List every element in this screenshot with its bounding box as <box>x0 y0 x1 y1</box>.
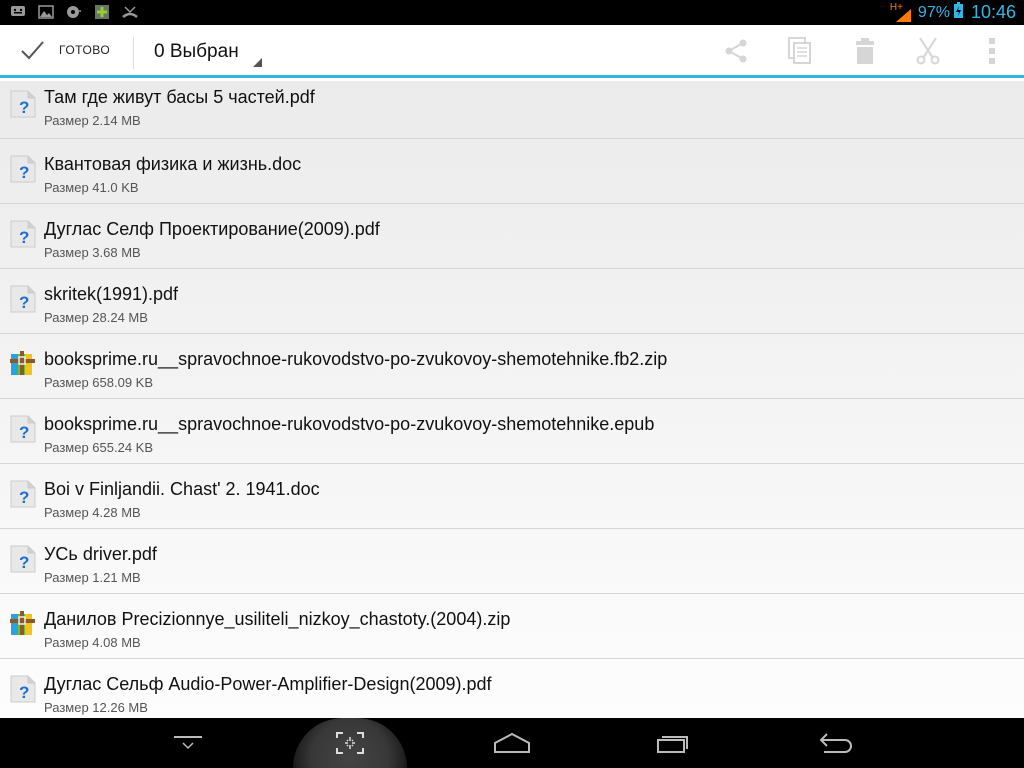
unknown-file-icon: ? <box>10 90 36 118</box>
unknown-file-icon: ? <box>10 545 36 573</box>
svg-text:?: ? <box>19 293 29 312</box>
svg-text:?: ? <box>19 163 29 182</box>
file-list-item[interactable]: ? Дуглас Селф Проектирование(2009).pdf Р… <box>0 204 1024 269</box>
delete-icon[interactable] <box>850 36 880 66</box>
file-size: Размер 28.24 MB <box>44 310 148 325</box>
signal-icon: H+ <box>890 2 914 23</box>
battery-percent: 97% <box>917 3 950 21</box>
unknown-file-icon: ? <box>10 675 36 703</box>
svg-text:?: ? <box>19 98 29 117</box>
file-size: Размер 655.24 KB <box>44 440 154 455</box>
svg-text:?: ? <box>19 683 29 702</box>
dropdown-triangle-icon <box>253 58 262 67</box>
file-size: Размер 2.14 MB <box>44 113 141 128</box>
file-list-item[interactable]: ? Дуглас Сельф Audio-Power-Amplifier-Des… <box>0 659 1024 718</box>
file-list-item[interactable]: booksprime.ru__spravochnoe-rukovodstvo-p… <box>0 334 1024 399</box>
file-name: УСь driver.pdf <box>44 544 157 564</box>
overflow-menu-icon[interactable] <box>977 36 1007 66</box>
image-icon <box>38 4 54 20</box>
hide-nav-icon[interactable] <box>148 718 228 768</box>
battery-icon <box>953 2 963 23</box>
file-name: skritek(1991).pdf <box>44 284 179 304</box>
file-size: Размер 4.28 MB <box>44 505 141 520</box>
svg-text:?: ? <box>19 488 29 507</box>
file-size: Размер 4.08 MB <box>44 635 141 650</box>
unknown-file-icon: ? <box>10 415 36 443</box>
file-name: booksprime.ru__spravochnoe-rukovodstvo-p… <box>44 349 668 369</box>
svg-text:?: ? <box>19 423 29 442</box>
copy-icon[interactable] <box>785 36 815 66</box>
file-size: Размер 41.0 KB <box>44 180 139 195</box>
unknown-file-icon: ? <box>10 285 36 313</box>
file-name: Квантовая физика и жизнь.doc <box>44 154 302 174</box>
divider <box>133 37 134 69</box>
file-name: Дуглас Сельф Audio-Power-Amplifier-Desig… <box>44 674 492 694</box>
home-icon[interactable] <box>472 718 552 768</box>
chat-icon <box>10 4 26 20</box>
archive-file-icon <box>10 350 36 378</box>
checkmark-icon <box>21 41 44 60</box>
screenshot-icon[interactable] <box>310 718 390 768</box>
svg-text:?: ? <box>19 228 29 247</box>
missed-call-icon <box>122 4 138 20</box>
share-icon[interactable] <box>721 36 751 66</box>
file-size: Размер 1.21 MB <box>44 570 141 585</box>
file-size: Размер 658.09 KB <box>44 375 154 390</box>
svg-text:?: ? <box>19 553 29 572</box>
file-name: Boi v Finljandii. Chast' 2. 1941.doc <box>44 479 320 499</box>
file-list[interactable]: ? Там где живут басы 5 частей.pdf Размер… <box>0 81 1024 718</box>
unknown-file-icon: ? <box>10 220 36 248</box>
selection-dropdown[interactable]: 0 Выбран <box>154 41 239 63</box>
cut-icon[interactable] <box>913 36 943 66</box>
android-market-icon <box>94 4 110 20</box>
file-name: booksprime.ru__spravochnoe-rukovodstvo-p… <box>44 414 655 434</box>
file-name: Данилов Precizionnye_usiliteli_nizkoy_ch… <box>44 609 511 629</box>
file-name: Там где живут басы 5 частей.pdf <box>44 87 315 107</box>
file-list-item[interactable]: ? skritek(1991).pdf Размер 28.24 MB <box>0 269 1024 334</box>
file-size: Размер 12.26 MB <box>44 700 148 715</box>
action-bar: ГОТОВО 0 Выбран <box>0 25 1024 78</box>
file-name: Дуглас Селф Проектирование(2009).pdf <box>44 219 380 239</box>
file-list-item[interactable]: ? booksprime.ru__spravochnoe-rukovodstvo… <box>0 399 1024 464</box>
media-icon <box>66 4 82 20</box>
file-list-item[interactable]: Данилов Precizionnye_usiliteli_nizkoy_ch… <box>0 594 1024 659</box>
file-list-item[interactable]: ? Там где живут басы 5 частей.pdf Размер… <box>0 81 1024 139</box>
archive-file-icon <box>10 610 36 638</box>
clock: 10:46 <box>970 2 1016 22</box>
navigation-bar <box>0 718 1024 768</box>
recent-apps-icon[interactable] <box>634 718 714 768</box>
unknown-file-icon: ? <box>10 155 36 183</box>
file-size: Размер 3.68 MB <box>44 245 141 260</box>
file-list-item[interactable]: ? УСь driver.pdf Размер 1.21 MB <box>0 529 1024 594</box>
unknown-file-icon: ? <box>10 480 36 508</box>
file-list-item[interactable]: ? Квантовая физика и жизнь.doc Размер 41… <box>0 139 1024 204</box>
back-icon[interactable] <box>796 718 876 768</box>
done-button[interactable]: ГОТОВО <box>0 25 133 75</box>
done-label: ГОТОВО <box>59 43 111 57</box>
status-bar: H+ 97% 10:46 <box>0 0 1024 25</box>
file-list-item[interactable]: ? Boi v Finljandii. Chast' 2. 1941.doc Р… <box>0 464 1024 529</box>
